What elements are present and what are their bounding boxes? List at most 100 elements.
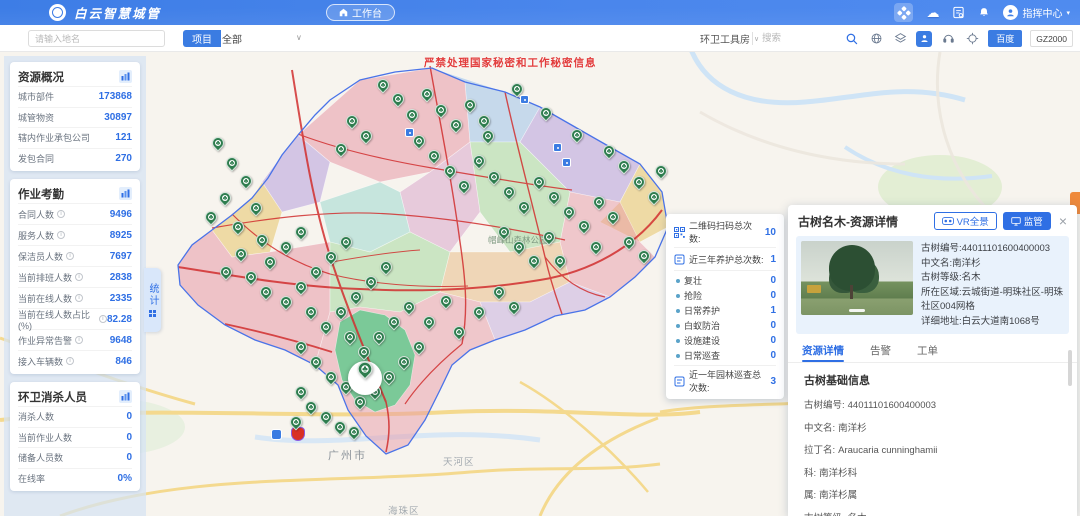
tree-marker[interactable]: ♣ (511, 239, 528, 256)
tree-marker[interactable]: ♣ (323, 249, 340, 266)
headset-icon[interactable] (940, 31, 956, 47)
apps-grid-icon[interactable] (894, 3, 913, 22)
tree-marker[interactable]: ♣ (501, 184, 518, 201)
tree-marker[interactable]: ♣ (516, 199, 533, 216)
tree-marker[interactable]: ♣ (248, 200, 265, 217)
info-icon[interactable]: i (75, 294, 83, 302)
info-icon[interactable]: i (99, 315, 107, 323)
tree-marker[interactable]: ♣ (653, 163, 670, 180)
tree-marker[interactable]: ♣ (541, 229, 558, 246)
tree-marker[interactable]: ♣ (258, 284, 275, 301)
tree-marker[interactable]: ♣ (591, 194, 608, 211)
tree-marker[interactable]: ♣ (308, 354, 325, 371)
tree-marker[interactable]: ♣ (378, 259, 395, 276)
crs-gz2000-badge[interactable]: GZ2000 (1030, 30, 1073, 47)
tree-marker[interactable]: ♣ (390, 91, 407, 108)
tree-marker[interactable]: ♣ (506, 299, 523, 316)
tree-marker[interactable]: ♣ (552, 253, 569, 270)
tree-marker[interactable]: ♣ (348, 289, 365, 306)
tree-marker[interactable]: ♣ (344, 113, 361, 130)
map-poi-icon[interactable] (553, 143, 562, 152)
tree-marker[interactable]: ♣ (569, 127, 586, 144)
tree-marker[interactable]: ♣ (303, 304, 320, 321)
tree-marker[interactable]: ♣ (293, 224, 310, 241)
carousel-indicator[interactable] (849, 309, 865, 312)
tree-marker[interactable]: ♣ (293, 339, 310, 356)
tree-marker[interactable]: ♣ (293, 279, 310, 296)
tree-marker[interactable]: ♣ (476, 113, 493, 130)
tree-marker[interactable]: ♣ (401, 299, 418, 316)
info-icon[interactable]: i (75, 336, 83, 344)
tree-marker[interactable]: ♣ (381, 369, 398, 386)
map-poi-icon[interactable] (562, 158, 571, 167)
tab-work-orders[interactable]: 工单 (917, 338, 938, 362)
tree-marker[interactable]: ♣ (243, 269, 260, 286)
tree-marker[interactable]: ♣ (426, 148, 443, 165)
tree-marker[interactable]: ♣ (471, 153, 488, 170)
tree-marker[interactable]: ♣ (546, 189, 563, 206)
tree-marker[interactable]: ♣ (278, 294, 295, 311)
target-icon[interactable] (964, 31, 980, 47)
tree-marker[interactable]: ♣ (486, 169, 503, 186)
tree-marker[interactable]: ♣ (303, 399, 320, 416)
tree-marker[interactable]: ♣ (288, 414, 305, 431)
project-button[interactable]: 项目 (183, 30, 221, 47)
tree-marker[interactable]: ♣ (396, 354, 413, 371)
tree-marker[interactable]: ♣ (419, 86, 436, 103)
tree-marker[interactable]: ♣ (375, 77, 392, 94)
close-icon[interactable]: × (1059, 214, 1067, 228)
tree-marker[interactable]: ♣ (526, 253, 543, 270)
info-icon[interactable]: i (66, 252, 74, 260)
tree-marker[interactable]: ♣ (224, 155, 241, 172)
tree-marker[interactable]: ♣ (293, 384, 310, 401)
tree-marker[interactable]: ♣ (491, 284, 508, 301)
tree-marker[interactable]: ♣ (238, 173, 255, 190)
tree-marker[interactable]: ♣ (442, 163, 459, 180)
tree-marker[interactable]: ♣ (496, 224, 513, 241)
tree-marker[interactable]: ♣ (254, 232, 271, 249)
tree-marker[interactable]: ♣ (462, 97, 479, 114)
info-icon[interactable]: i (57, 231, 65, 239)
tree-marker[interactable]: ♣ (278, 239, 295, 256)
tree-marker[interactable]: ♣ (433, 102, 450, 119)
info-icon[interactable]: i (66, 357, 74, 365)
layers-icon[interactable] (892, 31, 908, 47)
chart-icon[interactable] (119, 390, 132, 403)
tree-marker[interactable]: ♣ (588, 239, 605, 256)
tree-marker[interactable]: ♣ (616, 158, 633, 175)
tree-marker[interactable]: ♣ (421, 314, 438, 331)
vr-panorama-button[interactable]: VR全景 (934, 212, 997, 230)
tree-marker[interactable]: ♣ (333, 304, 350, 321)
tree-marker[interactable]: ♣ (332, 419, 349, 436)
globe-icon[interactable] (868, 31, 884, 47)
person-locate-icon[interactable] (916, 31, 932, 47)
tree-marker[interactable]: ♣ (601, 143, 618, 160)
user-menu[interactable]: 指挥中心 ▾ (1003, 5, 1070, 20)
tree-marker[interactable]: ♣ (352, 394, 369, 411)
tree-marker[interactable]: ♣ (323, 369, 340, 386)
report-doc-icon[interactable] (952, 6, 965, 19)
tree-marker[interactable]: ♣ (333, 141, 350, 158)
info-icon[interactable]: i (57, 210, 65, 218)
chart-icon[interactable] (119, 187, 132, 200)
tree-marker[interactable]: ♣ (363, 274, 380, 291)
tree-marker[interactable]: ♣ (371, 329, 388, 346)
tree-marker[interactable]: ♣ (456, 178, 473, 195)
tree-marker[interactable]: ♣ (386, 314, 403, 331)
tree-marker[interactable]: ♣ (218, 264, 235, 281)
supervise-button[interactable]: 监管 (1003, 212, 1051, 230)
tree-marker[interactable]: ♣ (636, 248, 653, 265)
notification-bell-icon[interactable] (978, 7, 990, 19)
tree-marker[interactable]: ♣ (411, 339, 428, 356)
weather-cloud-icon[interactable]: ☁ (926, 6, 939, 19)
panel-scrollbar[interactable] (1068, 350, 1072, 386)
tree-marker[interactable]: ♣ (480, 128, 497, 145)
tree-marker[interactable]: ♣ (538, 105, 555, 122)
project-select[interactable]: 全部 (222, 30, 242, 47)
place-search-input[interactable] (28, 30, 165, 47)
tree-marker[interactable]: ♣ (438, 293, 455, 310)
tree-marker[interactable]: ♣ (203, 209, 220, 226)
tab-alerts[interactable]: 告警 (870, 338, 891, 362)
tree-marker[interactable]: ♣ (318, 319, 335, 336)
tree-marker[interactable]: ♣ (318, 409, 335, 426)
